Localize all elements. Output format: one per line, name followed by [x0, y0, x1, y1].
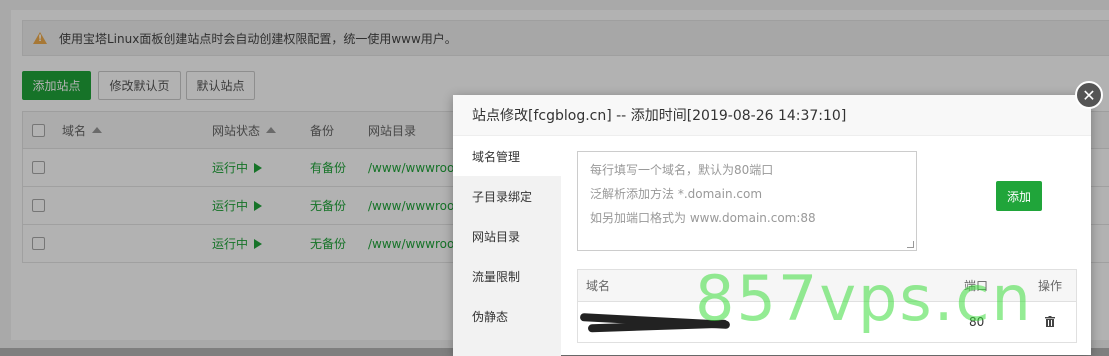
tab-domain-management[interactable]: 域名管理 — [453, 136, 561, 176]
trash-icon[interactable] — [1045, 316, 1055, 327]
tab-rewrite[interactable]: 伪静态 — [453, 296, 561, 336]
domain-textarea[interactable]: 每行填写一个域名，默认为80端口 泛解析添加方法 *.domain.com 如另… — [577, 151, 917, 251]
tab-site-directory[interactable]: 网站目录 — [453, 216, 561, 256]
tab-traffic-limit[interactable]: 流量限制 — [453, 256, 561, 296]
header-action: 操作 — [1038, 279, 1063, 293]
add-domain-button[interactable]: 添加 — [996, 181, 1042, 211]
watermark: 857vps.cn — [695, 262, 1033, 335]
modal-title: 站点修改[fcgblog.cn] -- 添加时间[2019-08-26 14:3… — [453, 95, 1091, 136]
tab-subdirectory-binding[interactable]: 子目录绑定 — [453, 176, 561, 216]
placeholder-line: 每行填写一个域名，默认为80端口 — [590, 163, 774, 177]
close-icon[interactable]: ✕ — [1075, 81, 1103, 109]
header-domain: 域名 — [586, 279, 611, 293]
resize-grip-icon[interactable] — [907, 241, 914, 248]
placeholder-line: 泛解析添加方法 *.domain.com — [590, 187, 763, 201]
placeholder-line: 如另加端口格式为 www.domain.com:88 — [590, 211, 816, 225]
modal-side-tabs: 域名管理 子目录绑定 网站目录 流量限制 伪静态 — [453, 136, 561, 356]
